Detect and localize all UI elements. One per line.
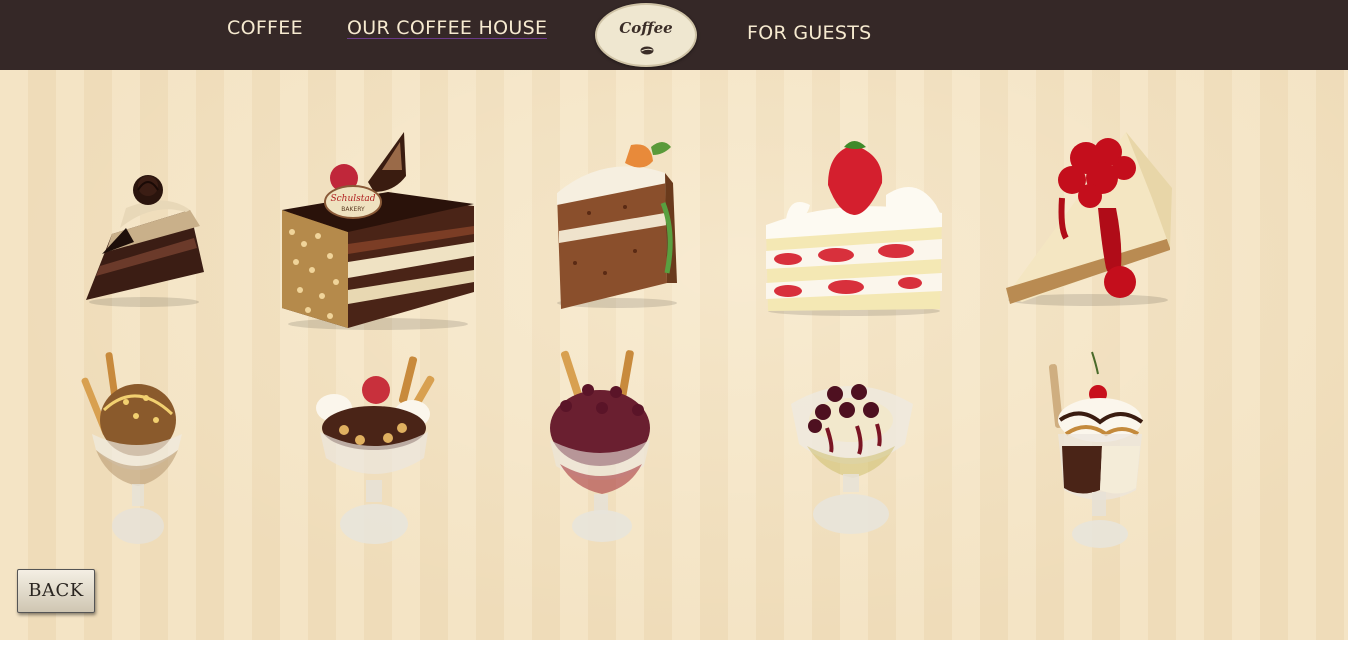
coffee-logo[interactable]: Coffee <box>595 3 697 67</box>
cake-strawberry-shortcake[interactable] <box>766 135 942 319</box>
sundae-cherry-vanilla[interactable] <box>787 374 917 536</box>
sundae-caramel-nut[interactable] <box>81 350 186 546</box>
sundae-chocolate-cherry[interactable] <box>546 348 658 544</box>
logo-text: Coffee <box>619 19 673 37</box>
cake-chocolate-cream[interactable] <box>82 162 208 312</box>
cake-carrot[interactable] <box>555 133 680 311</box>
sundae-hazelnut-cream[interactable] <box>312 354 438 550</box>
cake-cherry-cheesecake[interactable] <box>1002 128 1174 308</box>
coffee-bean-icon <box>640 46 654 55</box>
bakery-badge-line2: BAKERY <box>341 206 365 213</box>
nav-for-guests-link[interactable]: FOR GUESTS <box>747 22 872 44</box>
sundae-caramel-chocolate[interactable] <box>1048 350 1146 550</box>
top-navbar: COFFEE OUR COFFEE HOUSE Coffee FOR GUEST… <box>0 0 1348 70</box>
dessert-gallery: Schulstad BAKERY BACK <box>0 70 1348 640</box>
back-button[interactable]: BACK <box>17 569 95 613</box>
cake-chocolate-layer[interactable]: Schulstad BAKERY <box>278 132 478 332</box>
nav-coffee-house-link[interactable]: OUR COFFEE HOUSE <box>347 17 547 39</box>
nav-coffee-link[interactable]: COFFEE <box>227 17 303 39</box>
bakery-badge-line1: Schulstad <box>330 194 375 204</box>
